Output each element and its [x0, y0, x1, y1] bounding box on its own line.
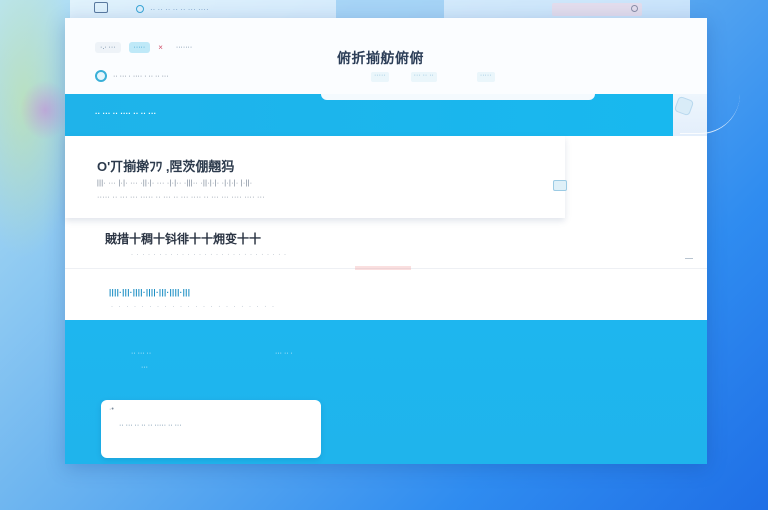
search-icon [631, 5, 638, 12]
card-line-1: |||· ··· |·|· ··· ·||·|· ··· ·|·|·· ·|||… [97, 180, 253, 187]
panel-label-right: ··· ·· · [275, 350, 293, 357]
panel-label-left: ·· ··· ·· [131, 350, 152, 357]
tab-1[interactable]: ····· [371, 72, 389, 82]
edit-icon[interactable] [553, 180, 567, 191]
tab-2[interactable]: ··· ·· ·· [410, 72, 437, 82]
breadcrumb-item-2[interactable]: ····· [128, 42, 151, 53]
divider-dash [685, 258, 693, 259]
info-banner: ·· ··· ·· ···· ·· ·· ··· [65, 94, 673, 136]
breadcrumb-item-1[interactable]: ·.· ··· [95, 42, 121, 53]
close-icon[interactable]: × [158, 42, 163, 53]
user-text: ·· ··· · ···· · ·· ·· ··· [113, 72, 169, 80]
banner-notch [321, 94, 595, 100]
link-subtext: · · · · · · · · · · · · · · · · · · · · … [111, 304, 276, 310]
background-glow-accent [20, 80, 70, 140]
panel-label-small: ··· [141, 364, 148, 371]
page-title: 俯折揃舫俯俯 [337, 50, 424, 66]
tab-highlight [336, 0, 444, 20]
breadcrumb: ·.· ··· ····· × ······· [95, 42, 197, 53]
tab-favicon-icon [136, 5, 144, 13]
banner-text: ·· ··· ·· ···· ·· ·· ··· [95, 109, 157, 118]
panel-box-icon: ·• [109, 406, 114, 413]
header-tabs: ····· ··· ·· ·· ····· [371, 72, 495, 82]
tab-3[interactable]: ····· [476, 72, 495, 82]
section-subtitle: · · · · · · · · · · · · · · · · · · · · … [131, 252, 287, 258]
breadcrumb-item-3[interactable]: ······· [171, 42, 197, 53]
browser-tab-bar: ·· ·· ·· ·· ·· ··· ···· [70, 0, 690, 20]
section-title: 賊措十稠十钭徘十十㶲变十十 [105, 232, 262, 246]
app-header: ·.· ··· ····· × ······· 俯折揃舫俯俯 ·· ··· · … [65, 18, 707, 94]
window-icon[interactable] [94, 2, 108, 13]
address-search-box[interactable] [552, 3, 642, 16]
decorative-curve [680, 94, 740, 134]
tab-label: ·· ·· ·· ·· ·· ··· ···· [150, 4, 209, 14]
link-row[interactable]: ||||·|||·||||·||||·|||·||||·||| [109, 288, 190, 297]
divider-highlight [355, 266, 411, 270]
avatar[interactable] [95, 70, 107, 82]
user-info: ·· ··· · ···· · ·· ·· ··· [95, 70, 169, 82]
panel-input-box[interactable]: ·• ·· ··· ·· ·· ·· ····· ·· ··· [101, 400, 321, 458]
card-line-2: ····· ·· ··· ··· ····· ·· ··· ·· ··· ···… [97, 194, 265, 201]
content-card: O'丌揃擀ﾌﾜ ,陧茨倗翹犸 |||· ··· |·|· ··· ·||·|· … [65, 136, 565, 218]
card-title: O'丌揃擀ﾌﾜ ,陧茨倗翹犸 [97, 159, 235, 174]
app-window: ·.· ··· ····· × ······· 俯折揃舫俯俯 ·· ··· · … [65, 18, 707, 464]
panel-box-text: ·· ··· ·· ·· ·· ····· ·· ··· [119, 422, 182, 429]
